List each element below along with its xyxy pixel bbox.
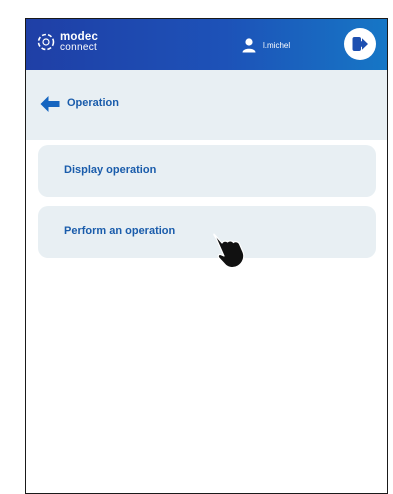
username: l.michel xyxy=(263,40,291,50)
logo-mark-icon xyxy=(37,33,55,51)
logo-text-connect: connect xyxy=(60,41,98,53)
menu-item-label: Display operation xyxy=(64,164,157,176)
logout-icon xyxy=(352,37,368,51)
user-icon xyxy=(242,38,256,53)
arrow-left-icon[interactable] xyxy=(39,95,61,113)
display-operation-button[interactable]: Display operation xyxy=(38,145,376,197)
perform-operation-button[interactable]: Perform an operation xyxy=(38,206,376,258)
app-frame: modec connect l.michel Operation Display… xyxy=(25,18,388,494)
app-logo: modec connect xyxy=(36,31,98,53)
page-title: Operation xyxy=(67,97,119,109)
logout-button[interactable] xyxy=(344,28,376,60)
top-bar: modec connect l.michel xyxy=(26,19,387,70)
hand-pointer-icon xyxy=(213,233,245,269)
page-header: Operation xyxy=(26,70,387,140)
menu-item-label: Perform an operation xyxy=(64,225,176,237)
user-info[interactable]: l.michel xyxy=(241,37,290,53)
